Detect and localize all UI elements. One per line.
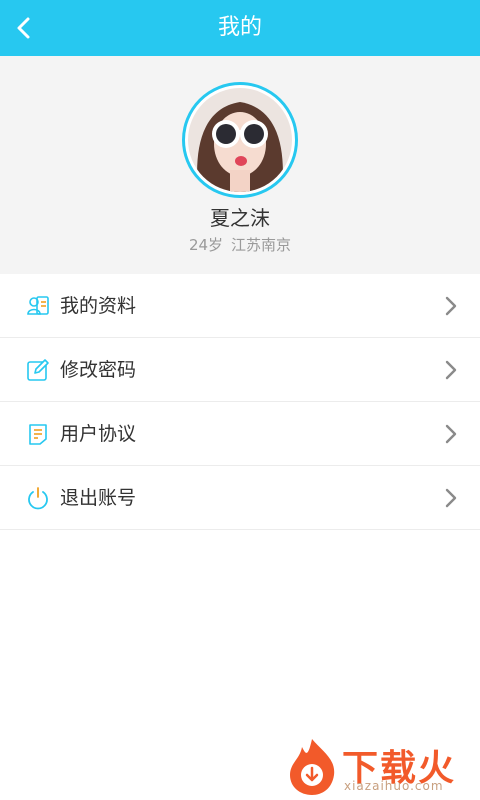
user-location: 江苏南京 — [231, 236, 292, 254]
menu-item-label: 退出账号 — [60, 487, 137, 509]
chevron-right-icon — [445, 424, 457, 444]
user-age: 24岁 — [188, 236, 224, 254]
avatar — [188, 88, 292, 192]
edit-icon — [27, 359, 49, 381]
watermark-subtext: xiazaihuo.com — [344, 779, 444, 793]
avatar-image — [188, 88, 292, 192]
avatar-ring[interactable] — [182, 82, 298, 198]
menu-item-user-agreement[interactable]: 用户协议 — [0, 402, 480, 466]
document-icon — [29, 424, 47, 445]
page-title: 我的 — [217, 15, 262, 40]
menu-item-logout[interactable]: 退出账号 — [0, 466, 480, 530]
flame-logo-icon — [290, 739, 335, 795]
user-meta: 24岁 江苏南京 — [0, 234, 480, 255]
settings-menu: 我的资料 修改密码 用户协议 退出账号 — [0, 274, 480, 530]
chevron-left-icon — [17, 17, 30, 39]
menu-item-label: 我的资料 — [60, 295, 137, 317]
watermark: 下载火 xiazaihuo.com — [282, 735, 478, 797]
menu-item-profile[interactable]: 我的资料 — [0, 274, 480, 338]
user-name: 夏之沫 — [210, 206, 270, 230]
chevron-right-icon — [445, 488, 457, 508]
profile-screen: 我的 夏之沫 24岁 江苏南京 我的资料 修改密码 用户协议 退出账号 下载火 … — [0, 0, 480, 800]
chevron-right-icon — [445, 296, 457, 316]
power-icon — [28, 487, 48, 510]
menu-item-label: 用户协议 — [60, 423, 137, 445]
profile-header: 夏之沫 24岁 江苏南京 — [0, 56, 480, 274]
profile-card-icon — [27, 296, 49, 315]
menu-item-label: 修改密码 — [60, 359, 137, 381]
back-button[interactable] — [4, 8, 44, 48]
top-bar: 我的 — [0, 0, 480, 56]
menu-item-change-password[interactable]: 修改密码 — [0, 338, 480, 402]
chevron-right-icon — [445, 360, 457, 380]
